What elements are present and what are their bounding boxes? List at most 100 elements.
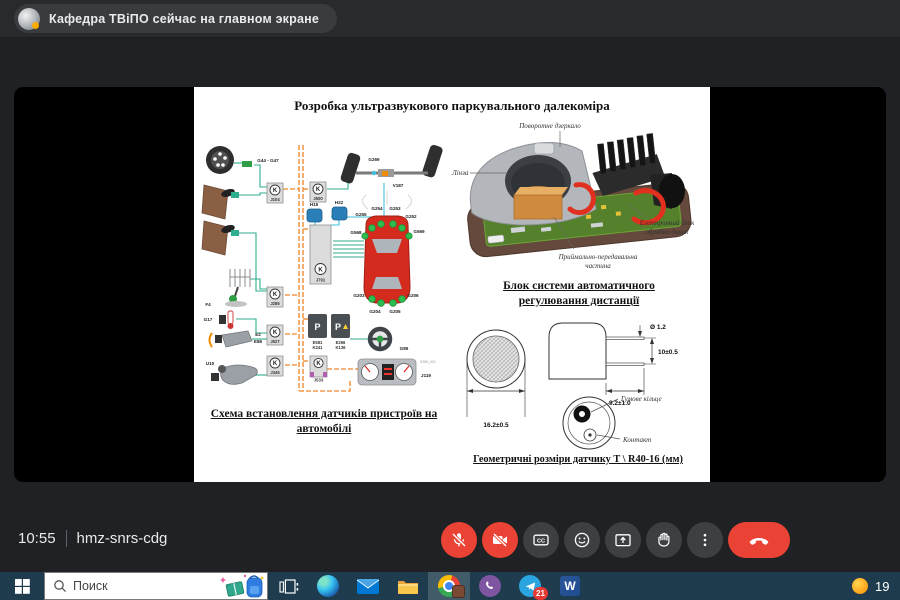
svg-text:P: P [335, 322, 341, 332]
call-controls: CC [441, 522, 790, 558]
svg-text:J104: J104 [270, 197, 280, 202]
shared-screen-tile[interactable]: Розробка ультразвукового паркувального д… [14, 87, 886, 482]
svg-text:G269: G269 [368, 157, 380, 162]
word-icon: W [560, 576, 580, 596]
ecu-label-1: Електронний блок [639, 219, 696, 227]
svg-text:F4: F4 [205, 302, 211, 307]
ecu-label-2: обробки даних [645, 228, 689, 236]
svg-text:16.2±0.5: 16.2±0.5 [483, 422, 509, 429]
more-options-button[interactable] [687, 522, 723, 558]
present-screen-button[interactable] [605, 522, 641, 558]
smiley-icon [573, 531, 591, 549]
svg-text:G85: G85 [400, 346, 409, 351]
pedal-sensors [202, 185, 239, 255]
control-unit-j345: K J345 [267, 356, 283, 376]
contact-label: Контакт [622, 436, 651, 444]
presenter-avatar [18, 8, 40, 30]
front-view: 16.2±0.5 [467, 330, 525, 429]
presenter-status-text: Кафедра ТВіПО сейчас на главном экране [49, 12, 319, 26]
svg-text:G568: G568 [350, 230, 362, 235]
present-icon [614, 531, 632, 549]
instrument-cluster: J119 S289_001 [358, 359, 436, 385]
control-unit-j500: K J500 [310, 182, 326, 202]
reactions-button[interactable] [564, 522, 600, 558]
rubber-ring-label: Гумове кільце [620, 395, 662, 403]
svg-text:J500: J500 [313, 196, 323, 201]
presenter-pill[interactable]: Кафедра ТВіПО сейчас на главном экране [14, 4, 337, 33]
svg-text:G252: G252 [405, 214, 417, 219]
sensor-dimensions-drawing: 16.2±0.5 Ø 1.2 10±0.5 9.2±1.0 [454, 311, 704, 453]
svg-text:J345: J345 [270, 370, 280, 375]
svg-text:K136: K136 [335, 345, 346, 350]
control-unit-j285: K J285 [267, 287, 283, 307]
svg-text:G253: G253 [389, 206, 401, 211]
svg-text:K: K [273, 330, 278, 336]
mic-off-icon [450, 531, 468, 549]
steering-wheel: G85 [370, 329, 409, 351]
search-highlight-illustration [219, 573, 265, 599]
mail-icon [357, 578, 379, 595]
svg-text:G206: G206 [407, 293, 419, 298]
weather-widget[interactable]: 19 [852, 572, 889, 600]
svg-text:E86: E86 [254, 339, 263, 344]
svg-text:J527: J527 [270, 339, 280, 344]
meeting-code: hmz-snrs-cdg [77, 530, 168, 547]
svg-text:E2: E2 [255, 332, 261, 337]
svg-text:J285: J285 [270, 301, 280, 306]
windows-taskbar: Поиск [0, 572, 900, 600]
svg-text:G205: G205 [389, 309, 401, 314]
left-diagram-caption: Схема встановлення датчиків пристроїв на… [198, 407, 450, 437]
meeting-info: 10:55 hmz-snrs-cdg [18, 530, 167, 547]
clock-time: 10:55 [18, 530, 56, 547]
viber-taskbar-button[interactable] [470, 572, 510, 600]
svg-text:CC: CC [537, 538, 545, 544]
steering-axle: G269 V187 [340, 144, 444, 188]
svg-text:G17: G17 [204, 317, 213, 322]
search-placeholder: Поиск [73, 579, 108, 593]
svg-text:K: K [318, 267, 323, 273]
presenting-banner: Кафедра ТВіПО сейчас на главном экране [0, 0, 900, 38]
captions-icon: CC [532, 531, 550, 549]
svg-text:G204: G204 [369, 309, 381, 314]
word-taskbar-button[interactable]: W [550, 572, 590, 600]
sensor-block-cutaway: Поворотне дзеркало Лінза Електронний бло… [450, 117, 704, 277]
warning-buzzers: H15 H22 [307, 200, 347, 222]
svg-text:G44 - G47: G44 - G47 [257, 158, 279, 163]
microphone-off-button[interactable] [441, 522, 477, 558]
trailer-hitch: U10 [206, 361, 258, 384]
end-call-button[interactable] [728, 522, 790, 558]
more-vertical-icon [696, 531, 714, 549]
camera-off-button[interactable] [482, 522, 518, 558]
svg-text:H22: H22 [335, 200, 344, 205]
file-explorer-button[interactable] [388, 572, 428, 600]
windows-logo-icon [15, 579, 30, 594]
raise-hand-button[interactable] [646, 522, 682, 558]
taskbar-search-box[interactable]: Поиск [44, 572, 268, 600]
camera-off-icon [491, 531, 509, 549]
temperature-value: 19 [875, 579, 889, 594]
svg-text:J533: J533 [314, 378, 324, 383]
svg-text:K241: K241 [312, 345, 323, 350]
edge-taskbar-button[interactable] [308, 572, 348, 600]
search-icon [53, 579, 67, 593]
right-caption: Блок системи автоматичного регулювання д… [456, 279, 702, 309]
telegram-unread-badge: 21 [533, 587, 548, 600]
sun-icon [852, 578, 868, 594]
captions-button[interactable]: CC [523, 522, 559, 558]
chrome-taskbar-button[interactable] [428, 572, 470, 600]
transceiver-label-1: Приймально-передавальна [558, 253, 638, 261]
steering-column-stalk: E2 E86 [210, 331, 263, 347]
svg-text:S289_001: S289_001 [420, 360, 436, 364]
end-call-icon [747, 531, 771, 549]
park-assist-buttons: P P E581 K241 E266 K136 [308, 314, 350, 350]
svg-text:G569: G569 [413, 229, 425, 234]
mail-taskbar-button[interactable] [348, 572, 388, 600]
svg-text:G255: G255 [355, 212, 367, 217]
svg-text:J119: J119 [421, 373, 431, 378]
svg-text:K: K [273, 361, 278, 367]
svg-text:K: K [273, 292, 278, 298]
task-view-button[interactable] [268, 572, 308, 600]
temperature-sensor: G17 [204, 311, 234, 329]
start-button[interactable] [0, 572, 44, 600]
telegram-taskbar-button[interactable]: 21 [510, 572, 550, 600]
